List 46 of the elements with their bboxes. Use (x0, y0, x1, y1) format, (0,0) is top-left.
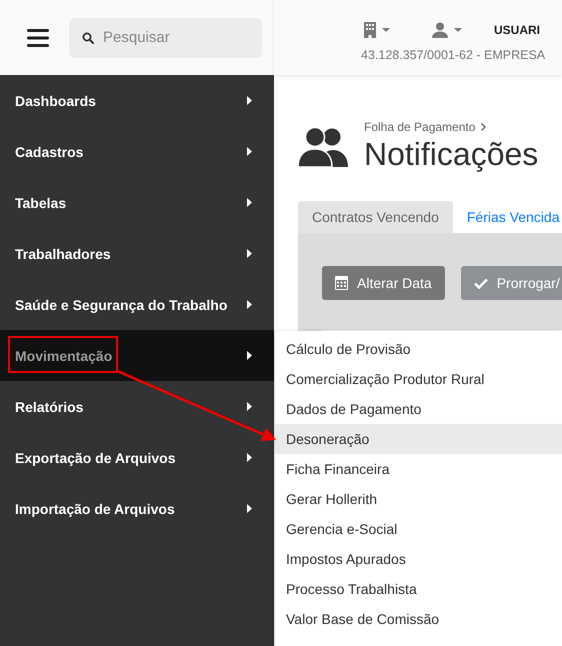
caret-right-icon (247, 96, 252, 105)
submenu-item[interactable]: Desoneração (275, 424, 562, 454)
calendar-icon (335, 276, 348, 290)
breadcrumb-link[interactable]: Folha de Pagamento (364, 120, 476, 134)
caret-down-icon[interactable] (382, 28, 390, 32)
caret-right-icon (247, 504, 252, 513)
company-name: 43.128.357/0001-62 - EMPRESA (361, 48, 546, 62)
sidebar-item[interactable]: Cadastros (0, 126, 274, 177)
submenu-item[interactable]: Cálculo de Provisão (275, 334, 562, 364)
submenu-item[interactable]: Processo Trabalhista (275, 574, 562, 604)
sidebar-item[interactable]: Dashboards (0, 75, 274, 126)
user-icon[interactable] (432, 22, 448, 38)
menu-icon[interactable] (27, 28, 49, 46)
tab[interactable]: Férias Vencida (452, 201, 562, 233)
sidebar-item[interactable]: Trabalhadores (0, 228, 274, 279)
caret-right-icon (247, 402, 252, 411)
caret-right-icon (247, 351, 252, 360)
submenu-item[interactable]: Comercialização Produtor Rural (275, 364, 562, 394)
page-title: Notificações (364, 136, 538, 173)
change-date-button[interactable]: Alterar Data (322, 266, 445, 300)
submenu-item[interactable]: Gerencia e-Social (275, 514, 562, 544)
search-field[interactable]: Pesquisar (69, 18, 262, 58)
chevron-right-icon (481, 123, 486, 131)
submenu-item[interactable]: Ficha Financeira (275, 454, 562, 484)
sidebar-item[interactable]: Importação de Arquivos (0, 483, 274, 534)
search-icon (82, 32, 94, 44)
caret-right-icon (247, 198, 252, 207)
sidebar-item[interactable]: Tabelas (0, 177, 274, 228)
user-name[interactable]: USUARI (494, 23, 540, 37)
sidebar-item[interactable]: Relatórios (0, 381, 274, 432)
submenu-item[interactable]: Impostos Apurados (275, 544, 562, 574)
users-icon (298, 126, 348, 166)
check-icon (474, 278, 488, 288)
caret-right-icon (247, 147, 252, 156)
submenu-item[interactable]: Valor Base de Comissão (275, 604, 562, 634)
sidebar-item[interactable]: Movimentação (0, 330, 274, 381)
caret-right-icon (247, 300, 252, 309)
building-icon[interactable] (364, 22, 376, 38)
tab[interactable]: Contratos Vencendo (298, 201, 453, 233)
sidebar-item[interactable]: Exportação de Arquivos (0, 432, 274, 483)
caret-right-icon (247, 249, 252, 258)
sidebar-item[interactable]: Saúde e Segurança do Trabalho (0, 279, 274, 330)
submenu-item[interactable]: Dados de Pagamento (275, 394, 562, 424)
caret-right-icon (247, 453, 252, 462)
submenu-item[interactable]: Gerar Hollerith (275, 484, 562, 514)
caret-down-icon[interactable] (454, 28, 462, 32)
